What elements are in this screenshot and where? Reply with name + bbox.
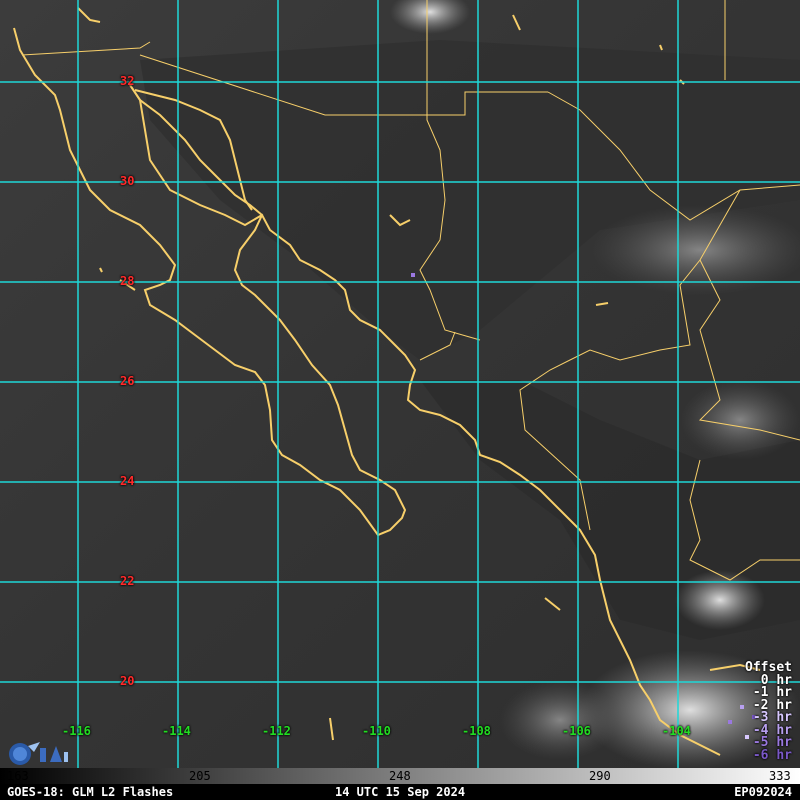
lat-label: 26 (120, 374, 135, 388)
colorbar-tick: 333 (769, 769, 791, 783)
colorbar-tick: 290 (589, 769, 611, 783)
lon-label: -116 (62, 724, 91, 738)
colorbar-tick: 205 (189, 769, 211, 783)
colorbar-tick: 248 (389, 769, 411, 783)
lat-label: 28 (120, 274, 135, 288)
satellite-product-label: GOES-18: GLM L2 Flashes (7, 785, 174, 799)
lon-label: -110 (362, 724, 391, 738)
lat-label: 32 (120, 74, 135, 88)
lat-label: 22 (120, 574, 135, 588)
offset-legend-item: -6 hr (752, 747, 792, 763)
brightness-temperature-colorbar: 163 205 248 290 333 (0, 768, 800, 784)
lon-label: -108 (462, 724, 491, 738)
cloud-area (500, 680, 620, 760)
lon-label: -114 (162, 724, 191, 738)
lat-label: 30 (120, 174, 135, 188)
offset-legend: Offset 0 hr -1 hr -2 hr -3 hr -4 hr -5 h… (745, 661, 792, 763)
satellite-map-viewer: 32 30 28 26 24 22 20 -116 -114 -112 -110… (0, 0, 800, 800)
lon-label: -106 (562, 724, 591, 738)
storm-id-label: EP092024 (734, 785, 792, 799)
image-footer: GOES-18: GLM L2 Flashes 14 UTC 15 Sep 20… (0, 784, 800, 800)
lat-label: 24 (120, 474, 135, 488)
lon-label: -104 (662, 724, 691, 738)
lat-label: 20 (120, 674, 135, 688)
lon-label: -112 (262, 724, 291, 738)
cloud-area (680, 380, 800, 460)
cloud-area (675, 570, 765, 630)
timestamp-label: 14 UTC 15 Sep 2024 (335, 785, 466, 799)
colorbar-tick: 163 (7, 769, 29, 783)
cira-logo-icon (9, 742, 68, 765)
